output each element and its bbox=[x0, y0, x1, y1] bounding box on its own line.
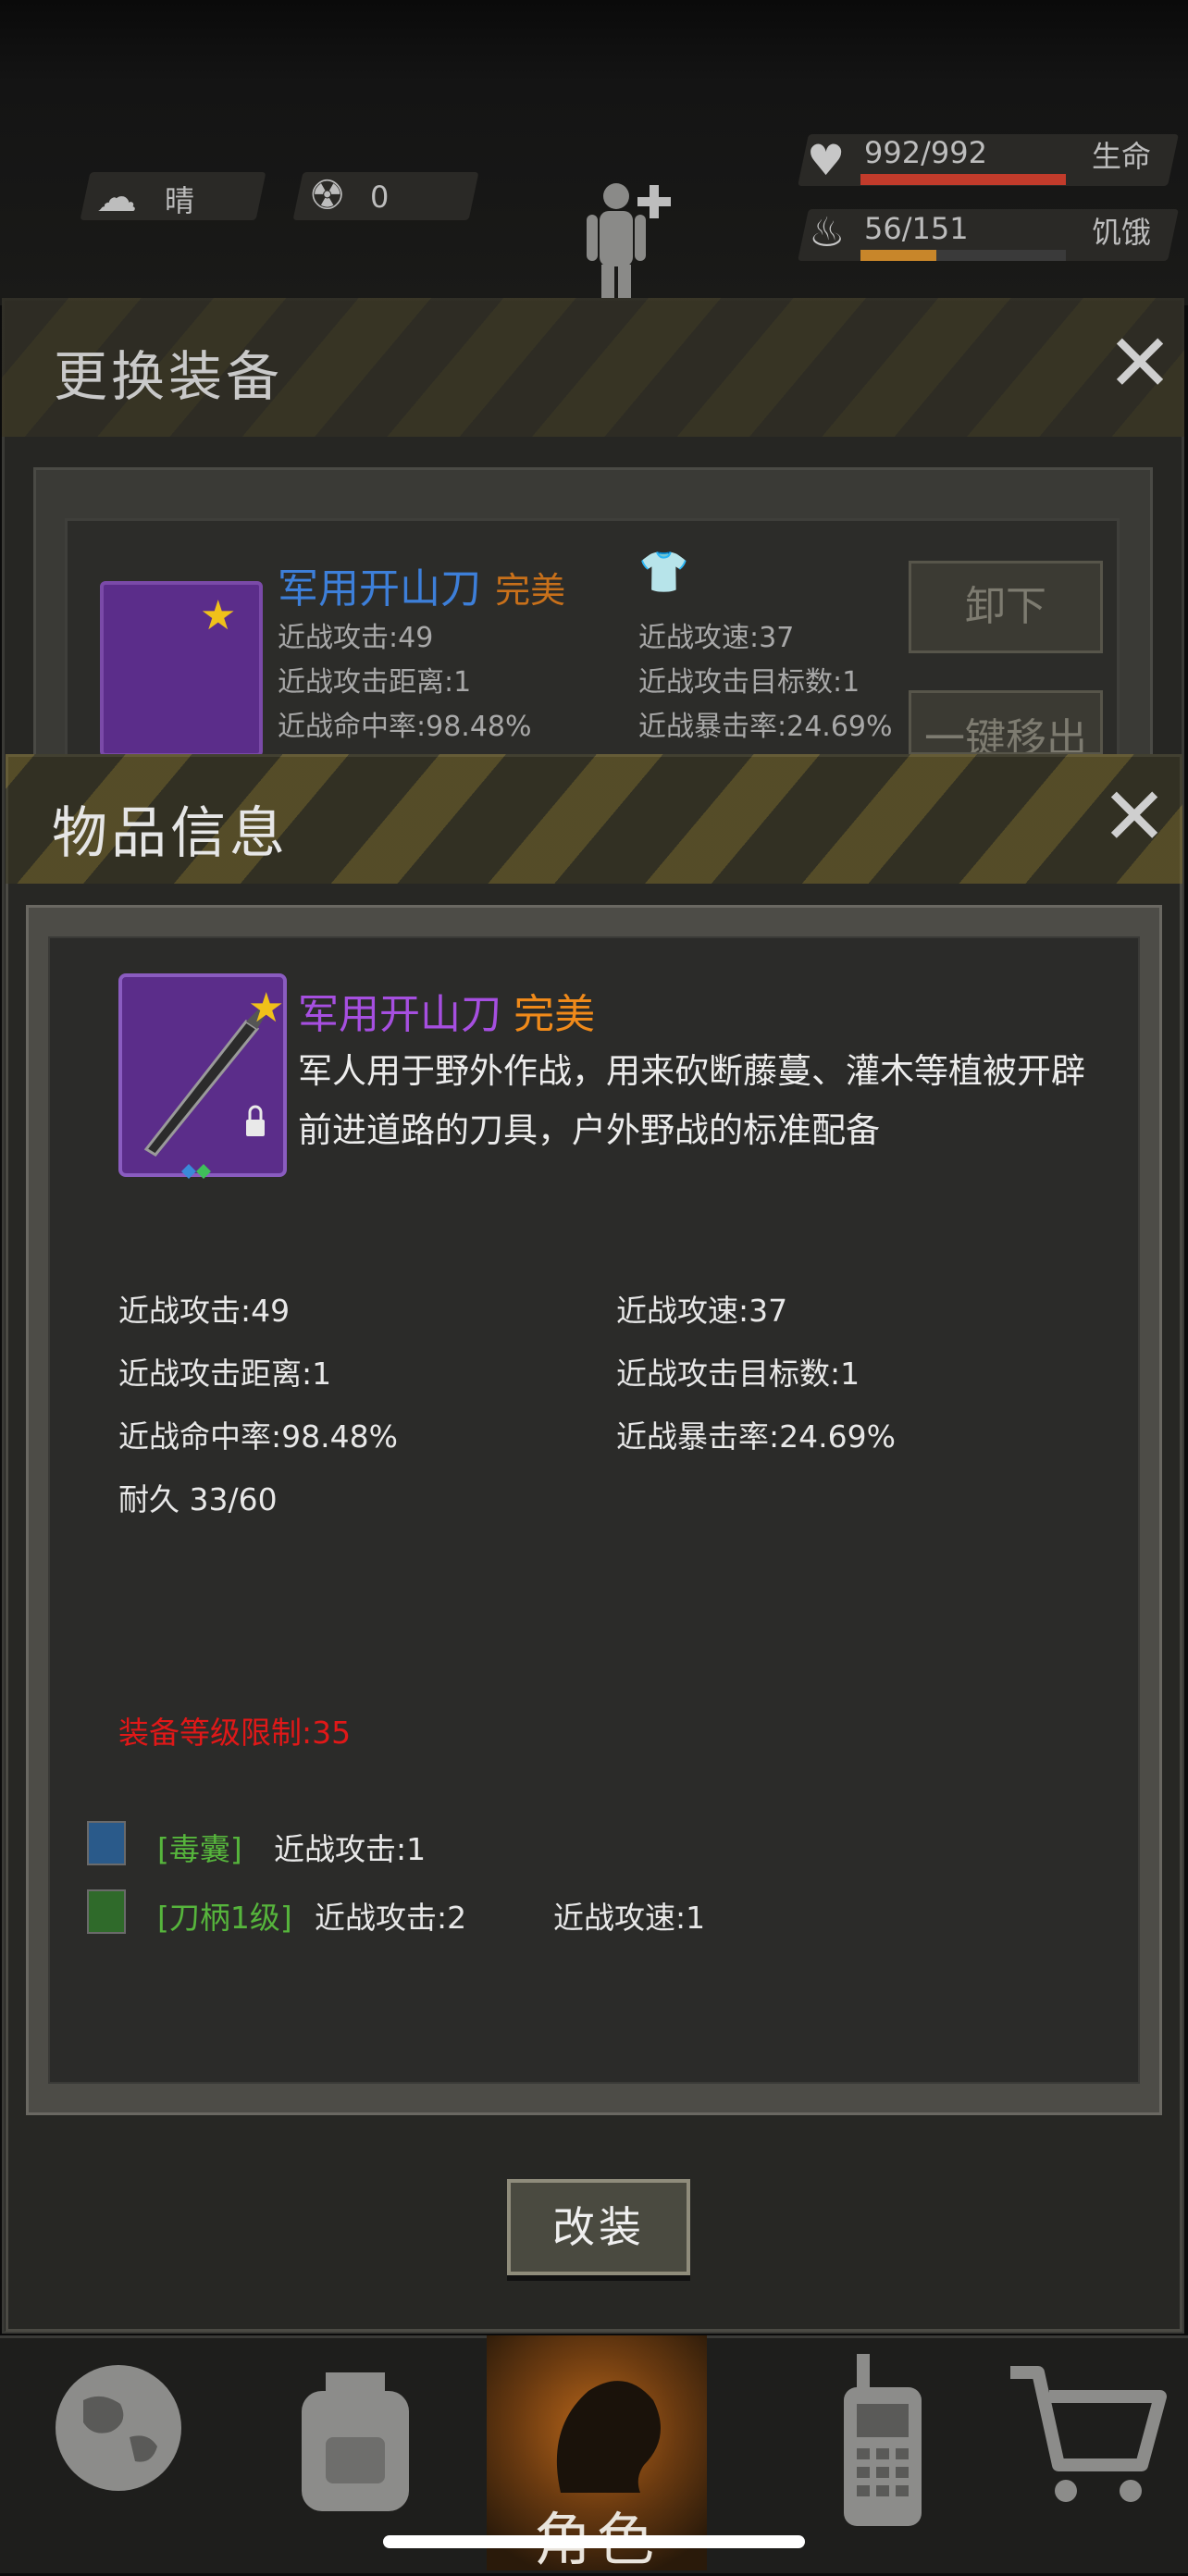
move-out-button[interactable]: 一键移出 bbox=[909, 690, 1103, 755]
cloud-sun-icon: ☁ bbox=[96, 174, 137, 221]
equipped-item-icon[interactable]: ★ bbox=[100, 581, 263, 757]
hunger-value: 56/151 bbox=[864, 211, 969, 246]
equipped-item-title: 军用开山刀 完美 bbox=[278, 555, 565, 614]
close-item-info-icon[interactable]: ✕ bbox=[1101, 777, 1168, 857]
character-head-icon bbox=[556, 2381, 661, 2493]
machete-item-icon[interactable]: ★ bbox=[118, 973, 287, 1179]
equipped-stat: 近战攻速:37 bbox=[638, 622, 795, 654]
stomach-icon: ♨ bbox=[809, 209, 846, 256]
home-indicator[interactable] bbox=[383, 2535, 805, 2548]
svg-text:★: ★ bbox=[248, 985, 284, 1032]
item-quality: 完美 bbox=[514, 991, 596, 1038]
hunger-bar-fill bbox=[860, 250, 937, 261]
stat-melee-range: 近战攻击距离:1 bbox=[118, 1356, 332, 1392]
knife-handle-icon bbox=[87, 1889, 126, 1934]
item-info-title: 物品信息 bbox=[52, 801, 289, 866]
modify-button[interactable]: 改装 bbox=[507, 2179, 690, 2275]
equipped-stat: 近战攻击目标数:1 bbox=[638, 666, 860, 699]
stat-melee-hit: 近战命中率:98.48% bbox=[118, 1418, 398, 1455]
mod-effect: 近战攻击:2 bbox=[315, 1900, 467, 1936]
walkie-talkie-icon bbox=[844, 2354, 922, 2526]
shirt-icon: 👕 bbox=[638, 549, 700, 596]
heart-icon: ♥ bbox=[807, 135, 846, 185]
mod-effect: 近战攻击:1 bbox=[274, 1831, 427, 1867]
hunger-label: 饥饿 bbox=[1092, 215, 1152, 250]
stat-melee-targets: 近战攻击目标数:1 bbox=[616, 1356, 860, 1392]
change-equipment-title: 更换装备 bbox=[54, 345, 284, 408]
mod-effect: 近战攻速:1 bbox=[553, 1900, 706, 1936]
star-icon: ★ bbox=[200, 592, 237, 639]
armor-slot-icons: 👕 bbox=[638, 548, 700, 596]
radiation-value: 0 bbox=[370, 180, 390, 215]
equipped-item-name: 军用开山刀 bbox=[278, 565, 481, 613]
health-value: 992/992 bbox=[864, 135, 987, 170]
globe-icon bbox=[56, 2365, 181, 2491]
equipped-item-quality: 完美 bbox=[495, 570, 566, 611]
level-limit: 装备等级限制:35 bbox=[118, 1715, 352, 1751]
mod-tag-poison: [毒囊] bbox=[157, 1831, 242, 1867]
equipped-stat: 近战攻击:49 bbox=[278, 622, 434, 654]
stat-melee-speed: 近战攻速:37 bbox=[616, 1293, 788, 1329]
health-bar bbox=[860, 174, 1066, 185]
hunger-bar bbox=[860, 250, 1066, 261]
equipped-stat: 近战暴击率:24.69% bbox=[638, 711, 893, 743]
stat-durability: 耐久 33/60 bbox=[118, 1481, 278, 1517]
shopping-cart-icon bbox=[1010, 2366, 1167, 2471]
body-plus-icon[interactable] bbox=[574, 176, 685, 305]
item-name: 军用开山刀 bbox=[298, 991, 501, 1038]
health-bar-fill bbox=[860, 174, 1066, 185]
nav-shop[interactable] bbox=[962, 2335, 1188, 2570]
equipped-stat: 近战攻击距离:1 bbox=[278, 666, 472, 699]
nav-world[interactable] bbox=[0, 2335, 237, 2570]
backpack-icon bbox=[302, 2372, 409, 2511]
unequip-button[interactable]: 卸下 bbox=[909, 561, 1103, 653]
weather-text: 晴 bbox=[165, 183, 195, 218]
stat-melee-crit: 近战暴击率:24.69% bbox=[616, 1418, 896, 1455]
equipped-stat: 近战命中率:98.48% bbox=[278, 711, 532, 743]
radiation-icon: ☢ bbox=[309, 172, 346, 219]
mod-tag-handle: [刀柄1级] bbox=[157, 1900, 292, 1936]
item-description: 军人用于野外作战，用来砍断藤蔓、灌木等植被开辟前进道路的刀具，户外野战的标准配备 bbox=[298, 1051, 1085, 1150]
nav-character-label: 角色 bbox=[487, 2493, 707, 2576]
health-label: 生命 bbox=[1092, 139, 1152, 174]
poison-sac-icon bbox=[87, 1821, 126, 1865]
stat-melee-attack: 近战攻击:49 bbox=[118, 1293, 291, 1329]
close-change-panel-icon[interactable]: ✕ bbox=[1107, 324, 1173, 403]
item-title-line: 军用开山刀 完美 bbox=[298, 981, 595, 1040]
